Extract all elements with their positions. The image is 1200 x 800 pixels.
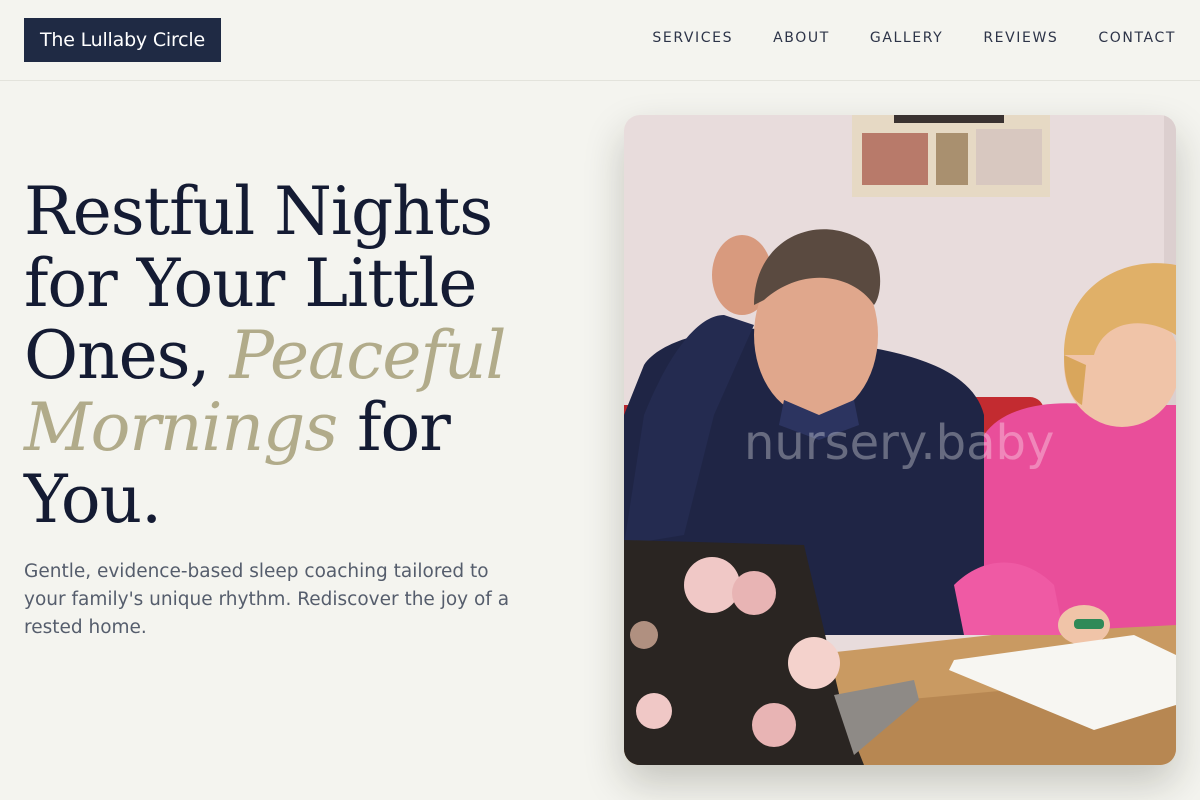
nav-link-about[interactable]: ABOUT — [773, 28, 830, 48]
hero-subtitle: Gentle, evidence-based sleep coaching ta… — [24, 561, 510, 638]
brand-logo[interactable]: The Lullaby Circle — [24, 18, 221, 62]
brand-name: The Lullaby Circle — [40, 29, 205, 51]
site-header: The Lullaby Circle SERVICES ABOUT GALLER… — [0, 0, 1200, 81]
nav-link-services[interactable]: SERVICES — [652, 28, 733, 48]
hero-title: Restful Nights for Your Little Ones, Pea… — [24, 176, 564, 536]
nav-link-reviews[interactable]: REVIEWS — [983, 28, 1058, 48]
photo-watermark: nursery.baby — [744, 415, 1055, 471]
nav-link-gallery[interactable]: GALLERY — [870, 28, 943, 48]
main-nav: SERVICES ABOUT GALLERY REVIEWS CONTACT — [612, 28, 1176, 48]
nav-link-contact[interactable]: CONTACT — [1098, 28, 1176, 48]
hero-photo: nursery.baby — [624, 115, 1176, 765]
